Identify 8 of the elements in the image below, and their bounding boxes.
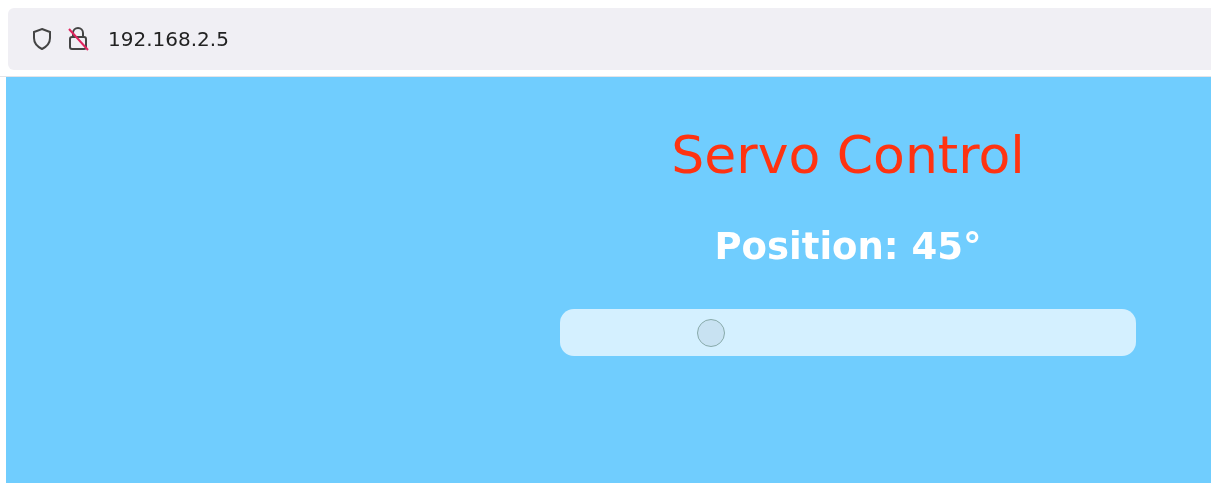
slider-thumb[interactable] bbox=[696, 319, 725, 347]
url-text: 192.168.2.5 bbox=[108, 27, 229, 51]
address-bar[interactable]: 192.168.2.5 bbox=[8, 8, 1211, 70]
shield-icon[interactable] bbox=[32, 27, 52, 51]
position-slider[interactable] bbox=[560, 309, 1136, 356]
position-label: Position: 45° bbox=[714, 225, 982, 269]
crossed-lock-icon[interactable] bbox=[66, 26, 90, 52]
page-title: Servo Control bbox=[671, 125, 1025, 185]
